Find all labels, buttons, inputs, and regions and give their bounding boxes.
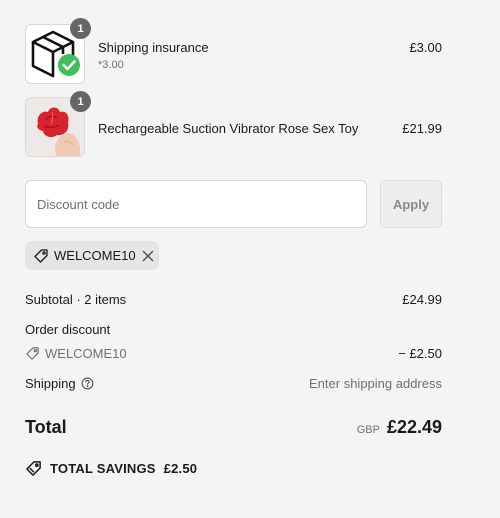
- discount-code-placeholder: Discount code: [37, 196, 120, 212]
- item-name: Shipping insurance: [98, 40, 209, 55]
- shipping-value: Enter shipping address: [309, 376, 442, 391]
- currency-code: GBP: [356, 424, 380, 436]
- product-thumbnail: 1: [25, 18, 91, 84]
- close-icon: [142, 250, 153, 261]
- subtotal-value: £24.99: [402, 292, 442, 307]
- savings-label: TOTAL SAVINGS: [50, 461, 156, 476]
- item-name: Rechargeable Suction Vibrator Rose Sex T…: [98, 121, 359, 136]
- order-discount-value: − £2.50: [398, 346, 442, 361]
- total-value: £22.49: [386, 417, 442, 437]
- apply-button[interactable]: Apply: [380, 180, 442, 228]
- order-discount-code-row: WELCOME10 − £2.50: [25, 346, 442, 361]
- shipping-row: Shipping Enter shipping address: [25, 376, 442, 391]
- item-price: £3.00: [409, 40, 442, 55]
- item-subtitle: *3.00: [98, 59, 124, 71]
- quantity-badge: 1: [70, 18, 91, 39]
- savings-value: £2.50: [163, 461, 198, 476]
- total-savings: TOTAL SAVINGS £2.50: [25, 460, 197, 477]
- product-thumbnail: 1: [25, 91, 91, 157]
- remove-code-button[interactable]: [141, 249, 155, 263]
- total-row: Total GBP £22.49: [25, 417, 442, 438]
- applied-discount-tag: WELCOME10: [25, 241, 159, 270]
- subtotal-row: Subtotal · 2 items £24.99: [25, 292, 442, 307]
- line-item-shipping-insurance: 1 Shipping insurance *3.00 £3.00: [25, 18, 442, 84]
- discount-code-input[interactable]: Discount code: [25, 180, 367, 228]
- applied-code-label: WELCOME10: [54, 248, 136, 263]
- subtotal-label: Subtotal · 2 items: [25, 292, 127, 307]
- total-label: Total: [25, 417, 67, 437]
- order-discount-code: WELCOME10: [45, 346, 127, 361]
- shipping-label: Shipping: [25, 376, 76, 391]
- order-discount-label: Order discount: [25, 322, 111, 337]
- line-item-rose-vibrator: 1 Rechargeable Suction Vibrator Rose Sex…: [25, 91, 442, 157]
- item-price: £21.99: [402, 121, 442, 136]
- tag-icon: [25, 460, 42, 477]
- quantity-badge: 1: [70, 91, 91, 112]
- tag-icon: [33, 248, 49, 264]
- order-discount-row: Order discount: [25, 322, 442, 337]
- help-icon[interactable]: [81, 377, 94, 390]
- tag-icon: [25, 346, 40, 361]
